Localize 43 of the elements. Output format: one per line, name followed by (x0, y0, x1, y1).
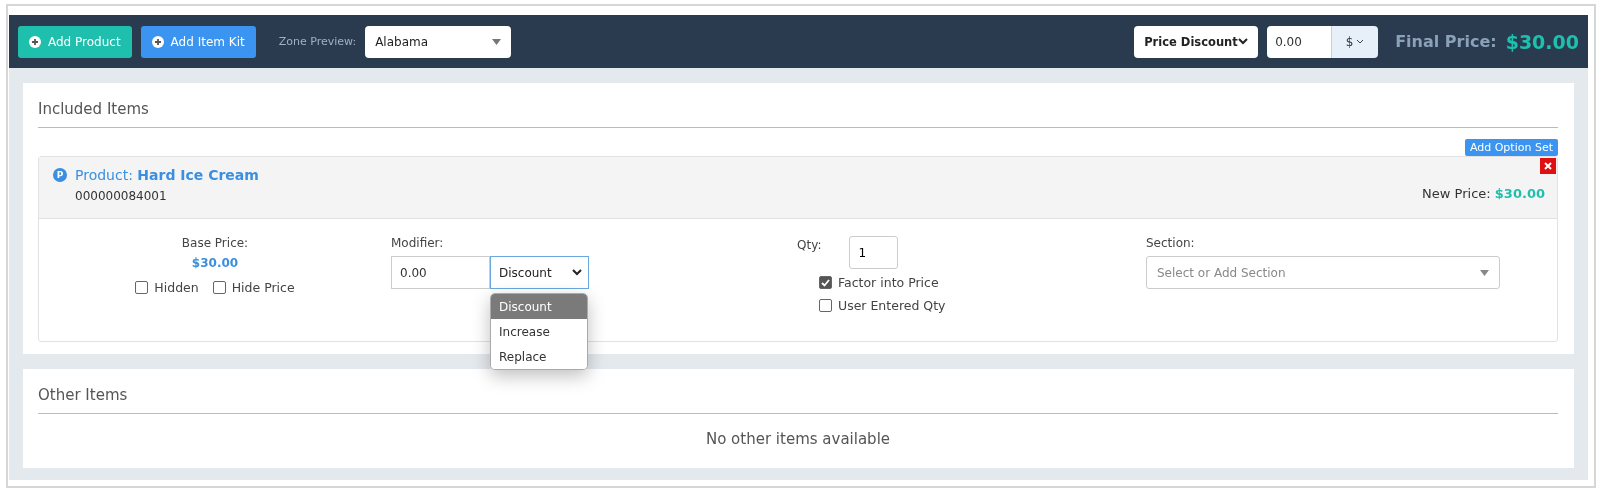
checkbox[interactable]: User Entered Qty (819, 298, 946, 313)
qty-field[interactable]: 1 (849, 236, 899, 269)
chevron-down-icon (1356, 39, 1365, 44)
caret-icon (492, 38, 502, 45)
field-label: Base Price: (181, 236, 249, 250)
field-label: Section: (1146, 236, 1195, 250)
dropdown-option[interactable]: Increase (491, 319, 587, 344)
field-label: Modifier: (391, 236, 444, 250)
modifier-select[interactable]: Discount (490, 256, 589, 289)
product-title: Product: Hard Ice Cream (75, 167, 259, 183)
plus-circle-icon (151, 35, 164, 48)
close-icon (1544, 162, 1552, 170)
close-button[interactable] (1540, 158, 1556, 174)
product-badge: P (53, 168, 67, 182)
dropdown-option[interactable]: Replace (491, 344, 587, 369)
caret-icon (1480, 269, 1489, 276)
product-sku: 000000084001 (75, 189, 168, 203)
checkbox[interactable]: Hidden (135, 280, 199, 295)
checkbox[interactable]: Factor into Price (819, 275, 946, 290)
unit-select[interactable]: $ (1332, 25, 1379, 58)
zone-preview-label: Zone Preview: (278, 35, 357, 48)
final-price-value: $30.00 (1505, 30, 1579, 53)
empty-message: No other items available (704, 429, 892, 450)
final-price-label: Final Price: (1395, 32, 1497, 51)
checkbox[interactable]: Hide Price (212, 280, 295, 295)
plus-circle-icon (29, 35, 41, 48)
new-price: New Price: $30.00 (1422, 186, 1545, 201)
base-price-value: $30.00 (191, 256, 239, 270)
checkbox-box[interactable] (819, 299, 832, 312)
section-select[interactable]: Select or Add Section (1146, 256, 1500, 289)
section-title: Other Items (38, 386, 1558, 414)
chevron-down-icon (572, 269, 582, 276)
amount-field[interactable]: 0.00 (1267, 25, 1333, 58)
adjustment-type-select[interactable]: Price Discount (1134, 25, 1259, 58)
modifier-field[interactable]: 0.00 (391, 256, 490, 289)
chevron-down-icon (1238, 38, 1249, 45)
checkbox-box[interactable] (819, 276, 832, 289)
field-label: Qty: (797, 238, 822, 254)
checkbox-box[interactable] (212, 281, 226, 294)
zone-select[interactable]: Alabama (365, 25, 512, 58)
section-title: Included Items (38, 100, 1558, 128)
dropdown-option[interactable]: Discount (491, 294, 587, 319)
checkbox-box[interactable] (135, 281, 149, 294)
